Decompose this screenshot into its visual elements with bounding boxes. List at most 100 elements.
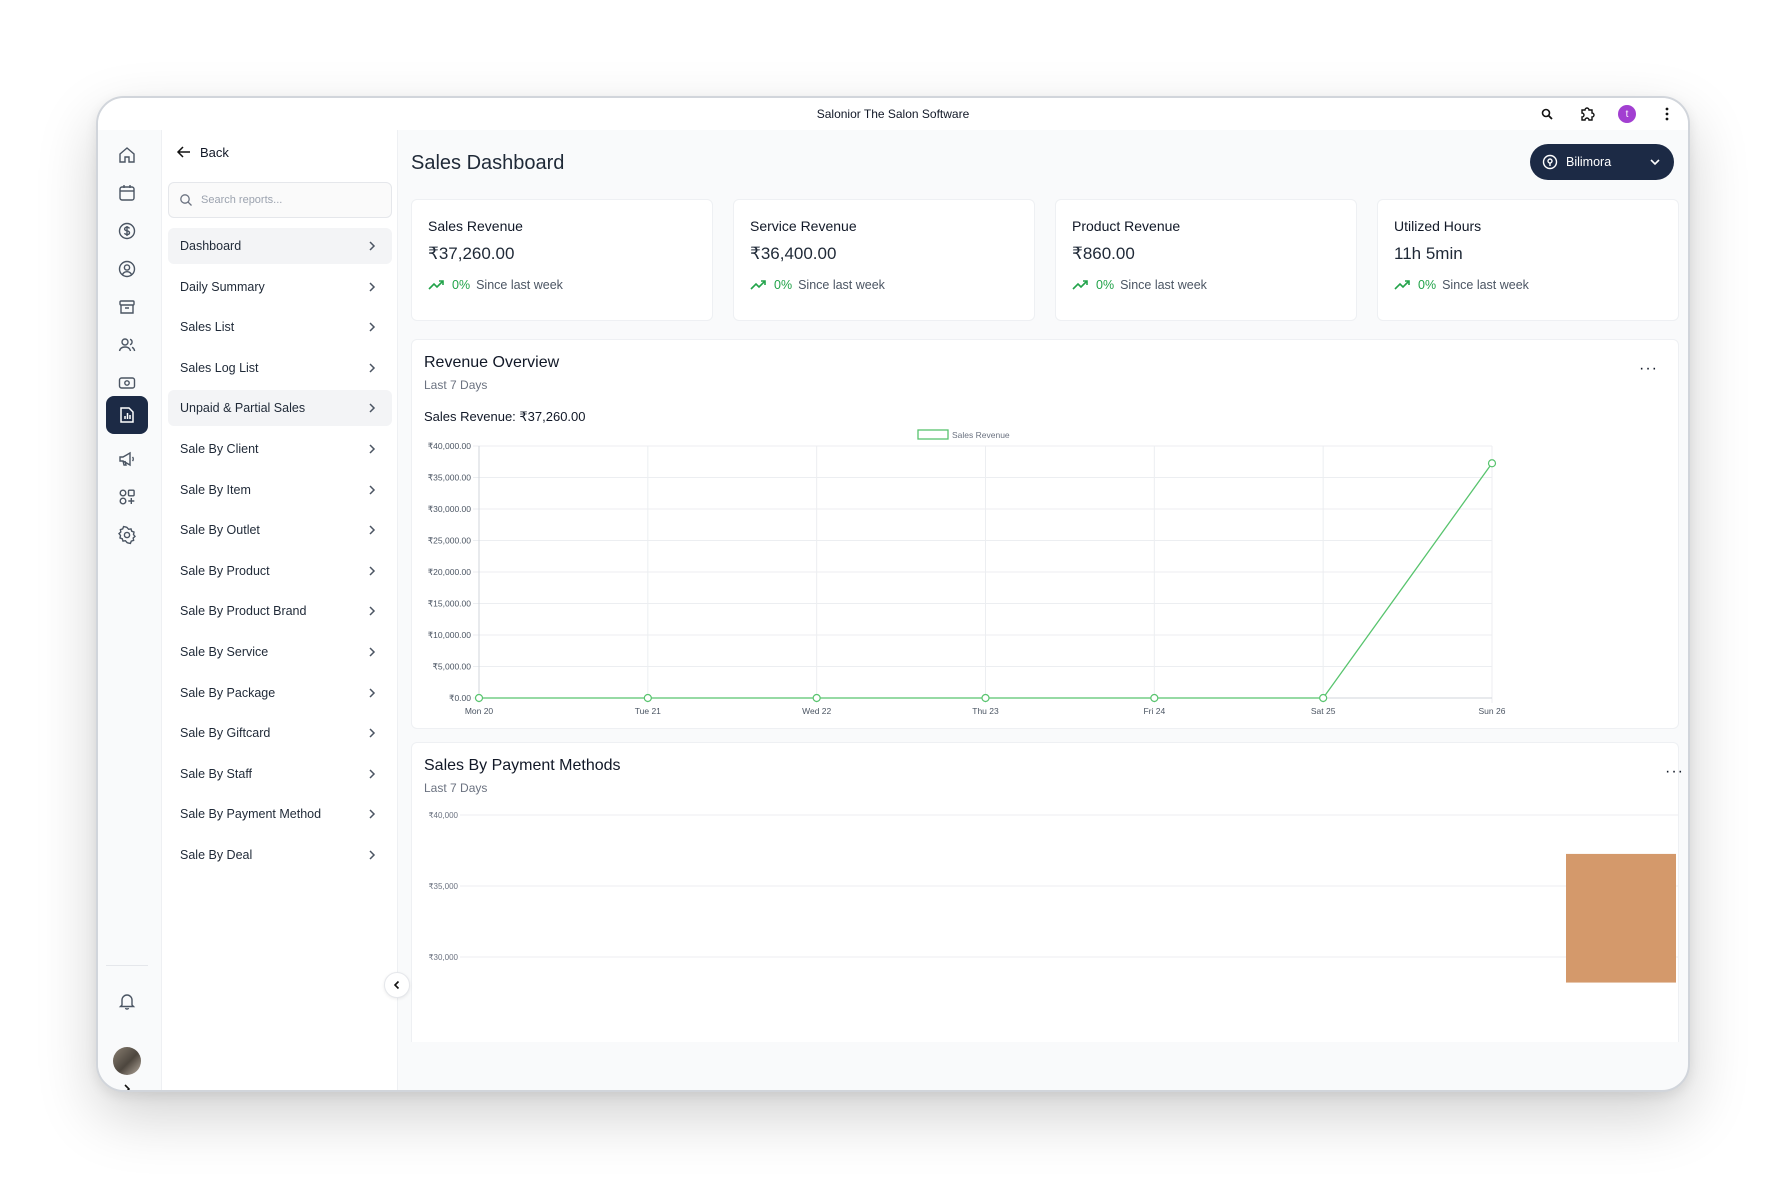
menu-item[interactable]: Sale By Client — [168, 431, 392, 467]
title-bar: Salonior The Salon Software t — [98, 98, 1688, 130]
arrow-left-icon — [176, 146, 190, 158]
report-search[interactable] — [168, 182, 392, 218]
x-tick-label: Thu 23 — [972, 706, 999, 716]
outlet-selector[interactable]: Bilimora — [1530, 144, 1674, 180]
menu-item-label: Sale By Payment Method — [180, 807, 322, 822]
kpi-card: Utilized Hours 11h 5min 0% Since last week — [1377, 199, 1679, 321]
menu-item[interactable]: Unpaid & Partial Sales — [168, 390, 392, 427]
menu-item[interactable]: Sale By Product Brand — [168, 593, 392, 629]
menu-item-label: Sales Log List — [180, 360, 259, 375]
users-icon[interactable] — [106, 326, 148, 364]
y-tick-label: ₹40,000.00 — [428, 441, 471, 451]
menu-item[interactable]: Sale By Deal — [168, 837, 392, 873]
kpi-value: ₹37,260.00 — [428, 244, 515, 263]
trend-up-icon — [750, 280, 766, 290]
data-point — [1150, 693, 1159, 703]
apps-icon[interactable] — [106, 478, 148, 516]
search-icon[interactable] — [1536, 103, 1558, 125]
revenue-summary: Sales Revenue: ₹37,260.00 — [424, 409, 586, 424]
revenue-overview-card: Revenue Overview Last 7 Days ··· Sales R… — [411, 339, 1679, 729]
menu-item[interactable]: Sale By Item — [168, 472, 392, 508]
menu-item-label: Sale By Deal — [180, 847, 253, 862]
chevron-right-icon — [369, 647, 376, 657]
menu-item-label: Sale By Outlet — [180, 523, 260, 538]
menu-item-label: Sale By Giftcard — [180, 726, 271, 741]
menu-item-label: Sales List — [180, 320, 235, 335]
profile-avatar-badge[interactable]: t — [1616, 103, 1638, 125]
chevron-right-icon — [369, 282, 376, 292]
page-title: Sales Dashboard — [411, 152, 565, 174]
kpi-trend: 0% Since last week — [1072, 278, 1340, 292]
x-tick-label: Sun 26 — [1479, 706, 1506, 716]
bell-icon[interactable] — [106, 982, 148, 1020]
menu-item[interactable]: Sale By Payment Method — [168, 796, 392, 832]
kpi-label: Sales Revenue — [428, 218, 523, 234]
calendar-icon[interactable] — [106, 174, 148, 212]
home-icon[interactable] — [106, 136, 148, 174]
data-point — [812, 693, 821, 703]
chevron-right-icon — [369, 241, 376, 251]
menu-item-label: Sale By Service — [180, 644, 269, 659]
extensions-icon[interactable] — [1576, 103, 1598, 125]
user-circle-icon[interactable] — [106, 250, 148, 288]
chevron-right-icon — [369, 566, 376, 576]
menu-item[interactable]: Sale By Service — [168, 634, 392, 670]
revenue-overview-subtitle: Last 7 Days — [424, 378, 488, 392]
payment-methods-title: Sales By Payment Methods — [424, 757, 621, 774]
chevron-left-icon — [393, 980, 400, 990]
data-point — [643, 693, 652, 703]
menu-item[interactable]: Sale By Giftcard — [168, 715, 392, 751]
menu-item[interactable]: Sale By Package — [168, 675, 392, 711]
menu-item[interactable]: Sales Log List — [168, 350, 392, 386]
chevron-right-icon — [369, 850, 376, 860]
megaphone-icon[interactable] — [106, 440, 148, 478]
kpi-value: ₹860.00 — [1072, 244, 1135, 263]
chevron-right-icon — [369, 485, 376, 495]
kebab-menu-icon[interactable] — [1656, 103, 1678, 125]
kpi-trend-percent: 0% — [774, 278, 793, 292]
kpi-value: 11h 5min — [1394, 244, 1463, 263]
profile-initial: t — [1618, 105, 1636, 123]
reports-icon[interactable] — [106, 396, 148, 434]
chevron-right-icon — [369, 809, 376, 819]
revenue-overview-more-button[interactable]: ··· — [1639, 360, 1658, 378]
menu-item[interactable]: Sale By Product — [168, 553, 392, 589]
y-tick-label: ₹20,000.00 — [428, 567, 471, 577]
x-tick-label: Sat 25 — [1311, 706, 1336, 716]
y-tick-label: ₹35,000.00 — [428, 473, 471, 483]
data-point — [1487, 459, 1497, 468]
menu-item[interactable]: Daily Summary — [168, 269, 392, 305]
window-title: Salonior The Salon Software — [816, 107, 970, 121]
chevron-right-icon[interactable] — [106, 1070, 148, 1090]
kpi-card: Product Revenue ₹860.00 0% Since last week — [1055, 199, 1357, 321]
chevron-right-icon — [369, 403, 376, 413]
dollar-icon[interactable] — [106, 212, 148, 250]
payment-methods-card: Sales By Payment Methods Last 7 Days ···… — [411, 742, 1683, 1042]
search-input[interactable] — [201, 194, 381, 206]
chevron-down-icon — [1650, 159, 1660, 166]
y-tick-label: ₹40,000 — [428, 811, 458, 820]
x-tick-label: Wed 22 — [802, 706, 831, 716]
archive-icon[interactable] — [106, 288, 148, 326]
outlet-name: Bilimora — [1566, 155, 1612, 169]
menu-item[interactable]: Dashboard — [168, 228, 392, 264]
y-tick-label: ₹5,000.00 — [433, 662, 472, 672]
legend-label: Sales Revenue — [952, 430, 1010, 440]
x-tick-label: Tue 21 — [635, 706, 661, 716]
y-tick-label: ₹30,000.00 — [428, 504, 471, 514]
search-icon — [180, 194, 192, 206]
payment-methods-more-button[interactable]: ··· — [1665, 763, 1684, 781]
kpi-trend-percent: 0% — [1418, 278, 1437, 292]
collapse-menu-button[interactable] — [384, 972, 410, 998]
menu-item[interactable]: Sale By Staff — [168, 756, 392, 792]
rail-divider — [106, 965, 148, 966]
report-menu-list: Dashboard Daily Summary Sales List Sales Lo… — [168, 228, 392, 878]
kpi-trend-percent: 0% — [1096, 278, 1115, 292]
menu-item[interactable]: Sales List — [168, 309, 392, 345]
back-button[interactable]: Back — [176, 144, 229, 160]
payment-methods-subtitle: Last 7 Days — [424, 781, 488, 795]
menu-item[interactable]: Sale By Outlet — [168, 512, 392, 548]
kpi-trend: 0% Since last week — [750, 278, 1018, 292]
menu-item-label: Sale By Product — [180, 563, 270, 578]
settings-icon[interactable] — [106, 516, 148, 554]
